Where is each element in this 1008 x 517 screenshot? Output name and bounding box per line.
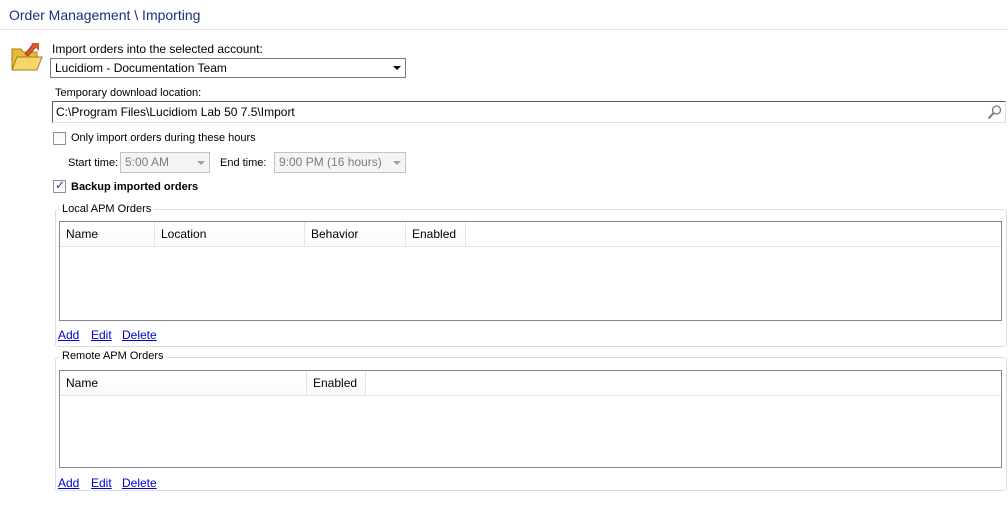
chevron-down-icon xyxy=(393,66,401,70)
column-header-name[interactable]: Name xyxy=(60,222,155,247)
download-location-value: C:\Program Files\Lucidiom Lab 50 7.5\Imp… xyxy=(56,105,295,119)
download-location-label: Temporary download location: xyxy=(55,87,202,99)
folder-icon xyxy=(11,43,43,71)
column-header-enabled[interactable]: Enabled xyxy=(406,222,466,247)
hours-checkbox[interactable] xyxy=(53,132,66,145)
chevron-down-icon xyxy=(393,161,401,165)
chevron-down-icon xyxy=(197,161,205,165)
account-select-value: Lucidiom - Documentation Team xyxy=(55,61,227,75)
page-title: Order Management \ Importing xyxy=(9,7,201,23)
backup-checkbox[interactable]: ✓ xyxy=(53,178,66,193)
local-delete-link[interactable]: Delete xyxy=(122,328,157,342)
checkmark-icon: ✓ xyxy=(55,178,66,192)
account-select[interactable]: Lucidiom - Documentation Team xyxy=(50,58,406,78)
local-apm-header: Name Location Behavior Enabled xyxy=(60,222,1001,247)
end-time-select[interactable]: 9:00 PM (16 hours) xyxy=(274,152,406,173)
start-time-select[interactable]: 5:00 AM xyxy=(120,152,210,173)
remote-add-link[interactable]: Add xyxy=(58,476,79,490)
title-divider xyxy=(0,29,1008,30)
start-time-label: Start time: xyxy=(68,157,119,169)
column-header-location[interactable]: Location xyxy=(155,222,305,247)
remote-delete-link[interactable]: Delete xyxy=(122,476,157,490)
column-header-behavior[interactable]: Behavior xyxy=(305,222,406,247)
end-time-label: End time: xyxy=(220,157,267,169)
local-apm-title: Local APM Orders xyxy=(59,203,155,215)
hours-checkbox-label: Only import orders during these hours xyxy=(71,132,256,144)
remote-apm-title: Remote APM Orders xyxy=(59,350,167,362)
remote-apm-header: Name Enabled xyxy=(60,371,1001,396)
magnifier-icon[interactable] xyxy=(987,104,1003,120)
local-edit-link[interactable]: Edit xyxy=(91,328,112,342)
column-header-enabled[interactable]: Enabled xyxy=(307,371,366,396)
backup-checkbox-label: Backup imported orders xyxy=(71,181,199,193)
account-label: Import orders into the selected account: xyxy=(52,42,263,56)
download-location-input[interactable]: C:\Program Files\Lucidiom Lab 50 7.5\Imp… xyxy=(52,101,1006,123)
column-header-name[interactable]: Name xyxy=(60,371,307,396)
local-apm-list[interactable]: Name Location Behavior Enabled xyxy=(59,221,1002,321)
end-time-value: 9:00 PM (16 hours) xyxy=(279,155,382,169)
remote-edit-link[interactable]: Edit xyxy=(91,476,112,490)
start-time-value: 5:00 AM xyxy=(125,155,170,169)
local-add-link[interactable]: Add xyxy=(58,328,79,342)
remote-apm-list[interactable]: Name Enabled xyxy=(59,370,1002,468)
